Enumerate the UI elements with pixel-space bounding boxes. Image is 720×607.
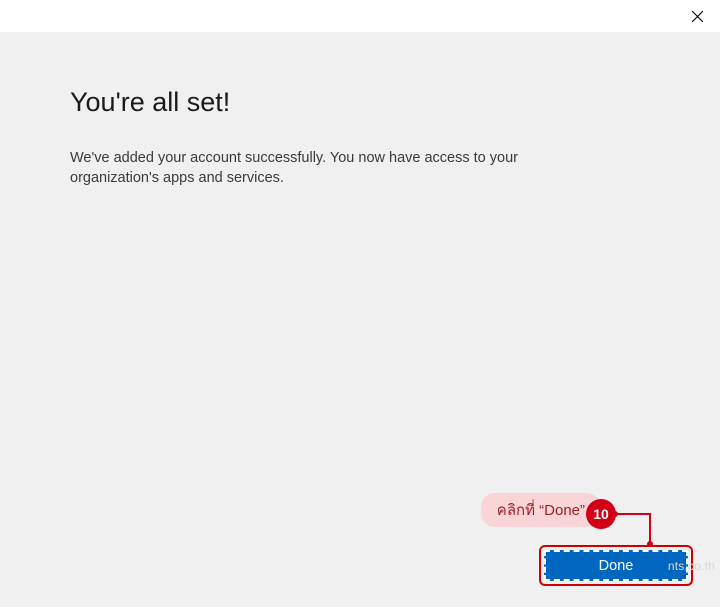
titlebar bbox=[0, 0, 720, 32]
watermark: nts.co.th bbox=[668, 559, 715, 573]
instruction-bubble: คลิกที่ “Done” bbox=[481, 493, 601, 527]
connector-dot bbox=[647, 541, 653, 547]
step-number: 10 bbox=[593, 506, 609, 522]
dialog-content: You're all set! We've added your account… bbox=[0, 32, 720, 607]
step-badge: 10 bbox=[586, 499, 616, 529]
connector-line-horizontal bbox=[612, 513, 650, 515]
close-button[interactable] bbox=[675, 1, 720, 31]
page-title: You're all set! bbox=[70, 87, 650, 118]
body-text: We've added your account successfully. Y… bbox=[70, 148, 610, 189]
done-button[interactable]: Done bbox=[544, 550, 688, 581]
close-icon bbox=[692, 11, 703, 22]
instruction-text: คลิกที่ “Done” bbox=[497, 498, 585, 522]
